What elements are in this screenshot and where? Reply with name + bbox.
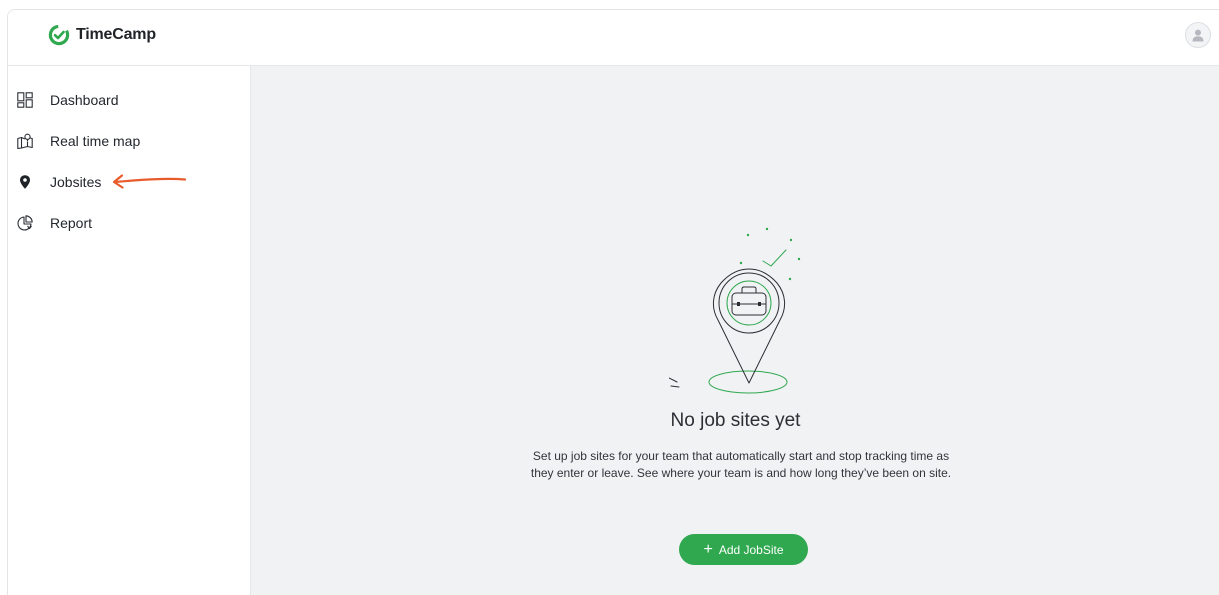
timecamp-logo[interactable]: TimeCamp: [48, 24, 156, 46]
arrow-left-annotation: [112, 174, 187, 189]
app-window: TimeCamp Dashboard Real time map Jobsite…: [7, 9, 1219, 595]
sidebar-item-label: Dashboard: [50, 92, 119, 108]
sidebar-item-label: Jobsites: [50, 174, 102, 190]
sidebar-item-report[interactable]: Report: [17, 209, 92, 237]
top-bar: TimeCamp: [8, 10, 1219, 66]
add-jobsite-button[interactable]: + Add JobSite: [679, 534, 808, 565]
map-icon: [17, 133, 33, 149]
empty-state-title: No job sites yet: [670, 410, 801, 431]
app-name: TimeCamp: [76, 26, 156, 43]
sidebar-item-real-time-map[interactable]: Real time map: [17, 127, 140, 155]
sidebar-item-dashboard[interactable]: Dashboard: [17, 86, 119, 114]
sidebar-item-label: Report: [50, 215, 93, 231]
user-icon: [1192, 29, 1204, 42]
user-avatar[interactable]: [1185, 22, 1211, 48]
sidebar: Dashboard Real time map Jobsites Report: [8, 66, 251, 595]
main-content: No job sites yet Set up job sites for yo…: [251, 66, 1219, 595]
sidebar-item-label: Real time map: [50, 133, 141, 149]
location-pin-icon: [17, 174, 33, 190]
add-jobsite-label: Add JobSite: [718, 542, 784, 557]
dashboard-grid-icon: [17, 92, 33, 108]
plus-icon: +: [703, 540, 713, 558]
empty-state-description: Set up job sites for your team that auto…: [530, 449, 952, 480]
timecamp-logo-icon: [48, 24, 70, 46]
location-pin-briefcase-illustration: [669, 227, 801, 394]
sidebar-item-jobsites[interactable]: Jobsites: [17, 168, 101, 196]
pie-chart-icon: [17, 215, 33, 231]
